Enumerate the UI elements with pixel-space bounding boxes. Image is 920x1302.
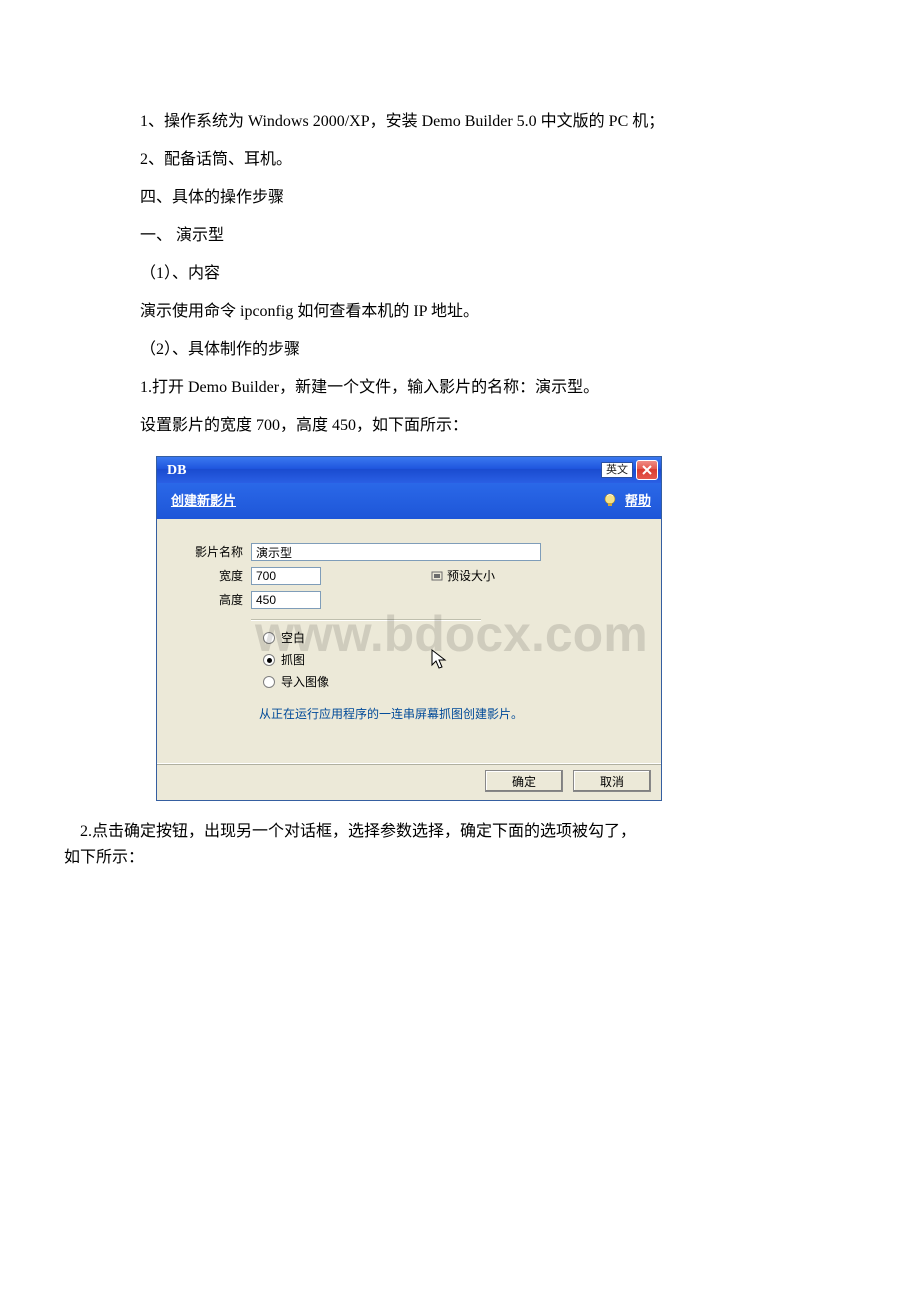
radio-capture[interactable]: 抓图 [263, 651, 643, 669]
subheader-title: 创建新影片 [171, 491, 236, 511]
cancel-button[interactable]: 取消 [573, 770, 651, 792]
hint-text: 从正在运行应用程序的一连串屏幕抓图创建影片。 [259, 705, 643, 723]
subheading-content: （1）、内容 [140, 262, 780, 286]
paragraph-1: 1、操作系统为 Windows 2000/XP，安装 Demo Builder … [140, 110, 780, 134]
step-1b: 设置影片的宽度 700，高度 450，如下面所示： [140, 414, 780, 438]
dialog-subheader: 创建新影片 帮助 [157, 483, 661, 519]
titlebar[interactable]: DB 英文 [157, 457, 661, 483]
step-2a: 2.点击确定按钮，出现另一个对话框，选择参数选择，确定下面的选项被勾了， [64, 819, 856, 845]
window-title: DB [167, 460, 186, 481]
radio-icon [263, 676, 275, 688]
subheading-steps: （2）、具体制作的步骤 [140, 338, 780, 362]
heading-demo-type: 一、 演示型 [140, 224, 780, 248]
radio-icon [263, 632, 275, 644]
heading-4: 四、具体的操作步骤 [140, 186, 780, 210]
height-input[interactable] [251, 591, 321, 609]
preset-icon [431, 570, 443, 582]
help-bulb-icon [601, 492, 619, 510]
step-1: 1.打开 Demo Builder，新建一个文件，输入影片的名称：演示型。 [140, 376, 780, 400]
radio-capture-label: 抓图 [281, 651, 305, 669]
preset-size-link[interactable]: 预设大小 [431, 567, 495, 585]
radio-import[interactable]: 导入图像 [263, 673, 643, 691]
label-height: 高度 [175, 591, 251, 609]
radio-icon [263, 654, 275, 666]
paragraph-2: 2、配备话筒、耳机。 [140, 148, 780, 172]
new-movie-dialog: DB 英文 创建新影片 [156, 456, 662, 801]
movie-name-input[interactable] [251, 543, 541, 561]
width-input[interactable] [251, 567, 321, 585]
radio-blank[interactable]: 空白 [263, 629, 643, 647]
radio-blank-label: 空白 [281, 629, 305, 647]
step-2b: 如下所示： [64, 845, 856, 871]
radio-import-label: 导入图像 [281, 673, 329, 691]
ime-indicator[interactable]: 英文 [601, 462, 633, 478]
label-width: 宽度 [175, 567, 251, 585]
label-name: 影片名称 [175, 543, 251, 561]
ok-button[interactable]: 确定 [485, 770, 563, 792]
separator [251, 619, 481, 621]
help-link[interactable]: 帮助 [625, 491, 651, 511]
preset-label: 预设大小 [447, 567, 495, 585]
close-icon [642, 465, 652, 475]
close-button[interactable] [636, 460, 658, 480]
button-bar: 确定 取消 [157, 763, 661, 800]
paragraph-content: 演示使用命令 ipconfig 如何查看本机的 IP 地址。 [140, 300, 780, 324]
